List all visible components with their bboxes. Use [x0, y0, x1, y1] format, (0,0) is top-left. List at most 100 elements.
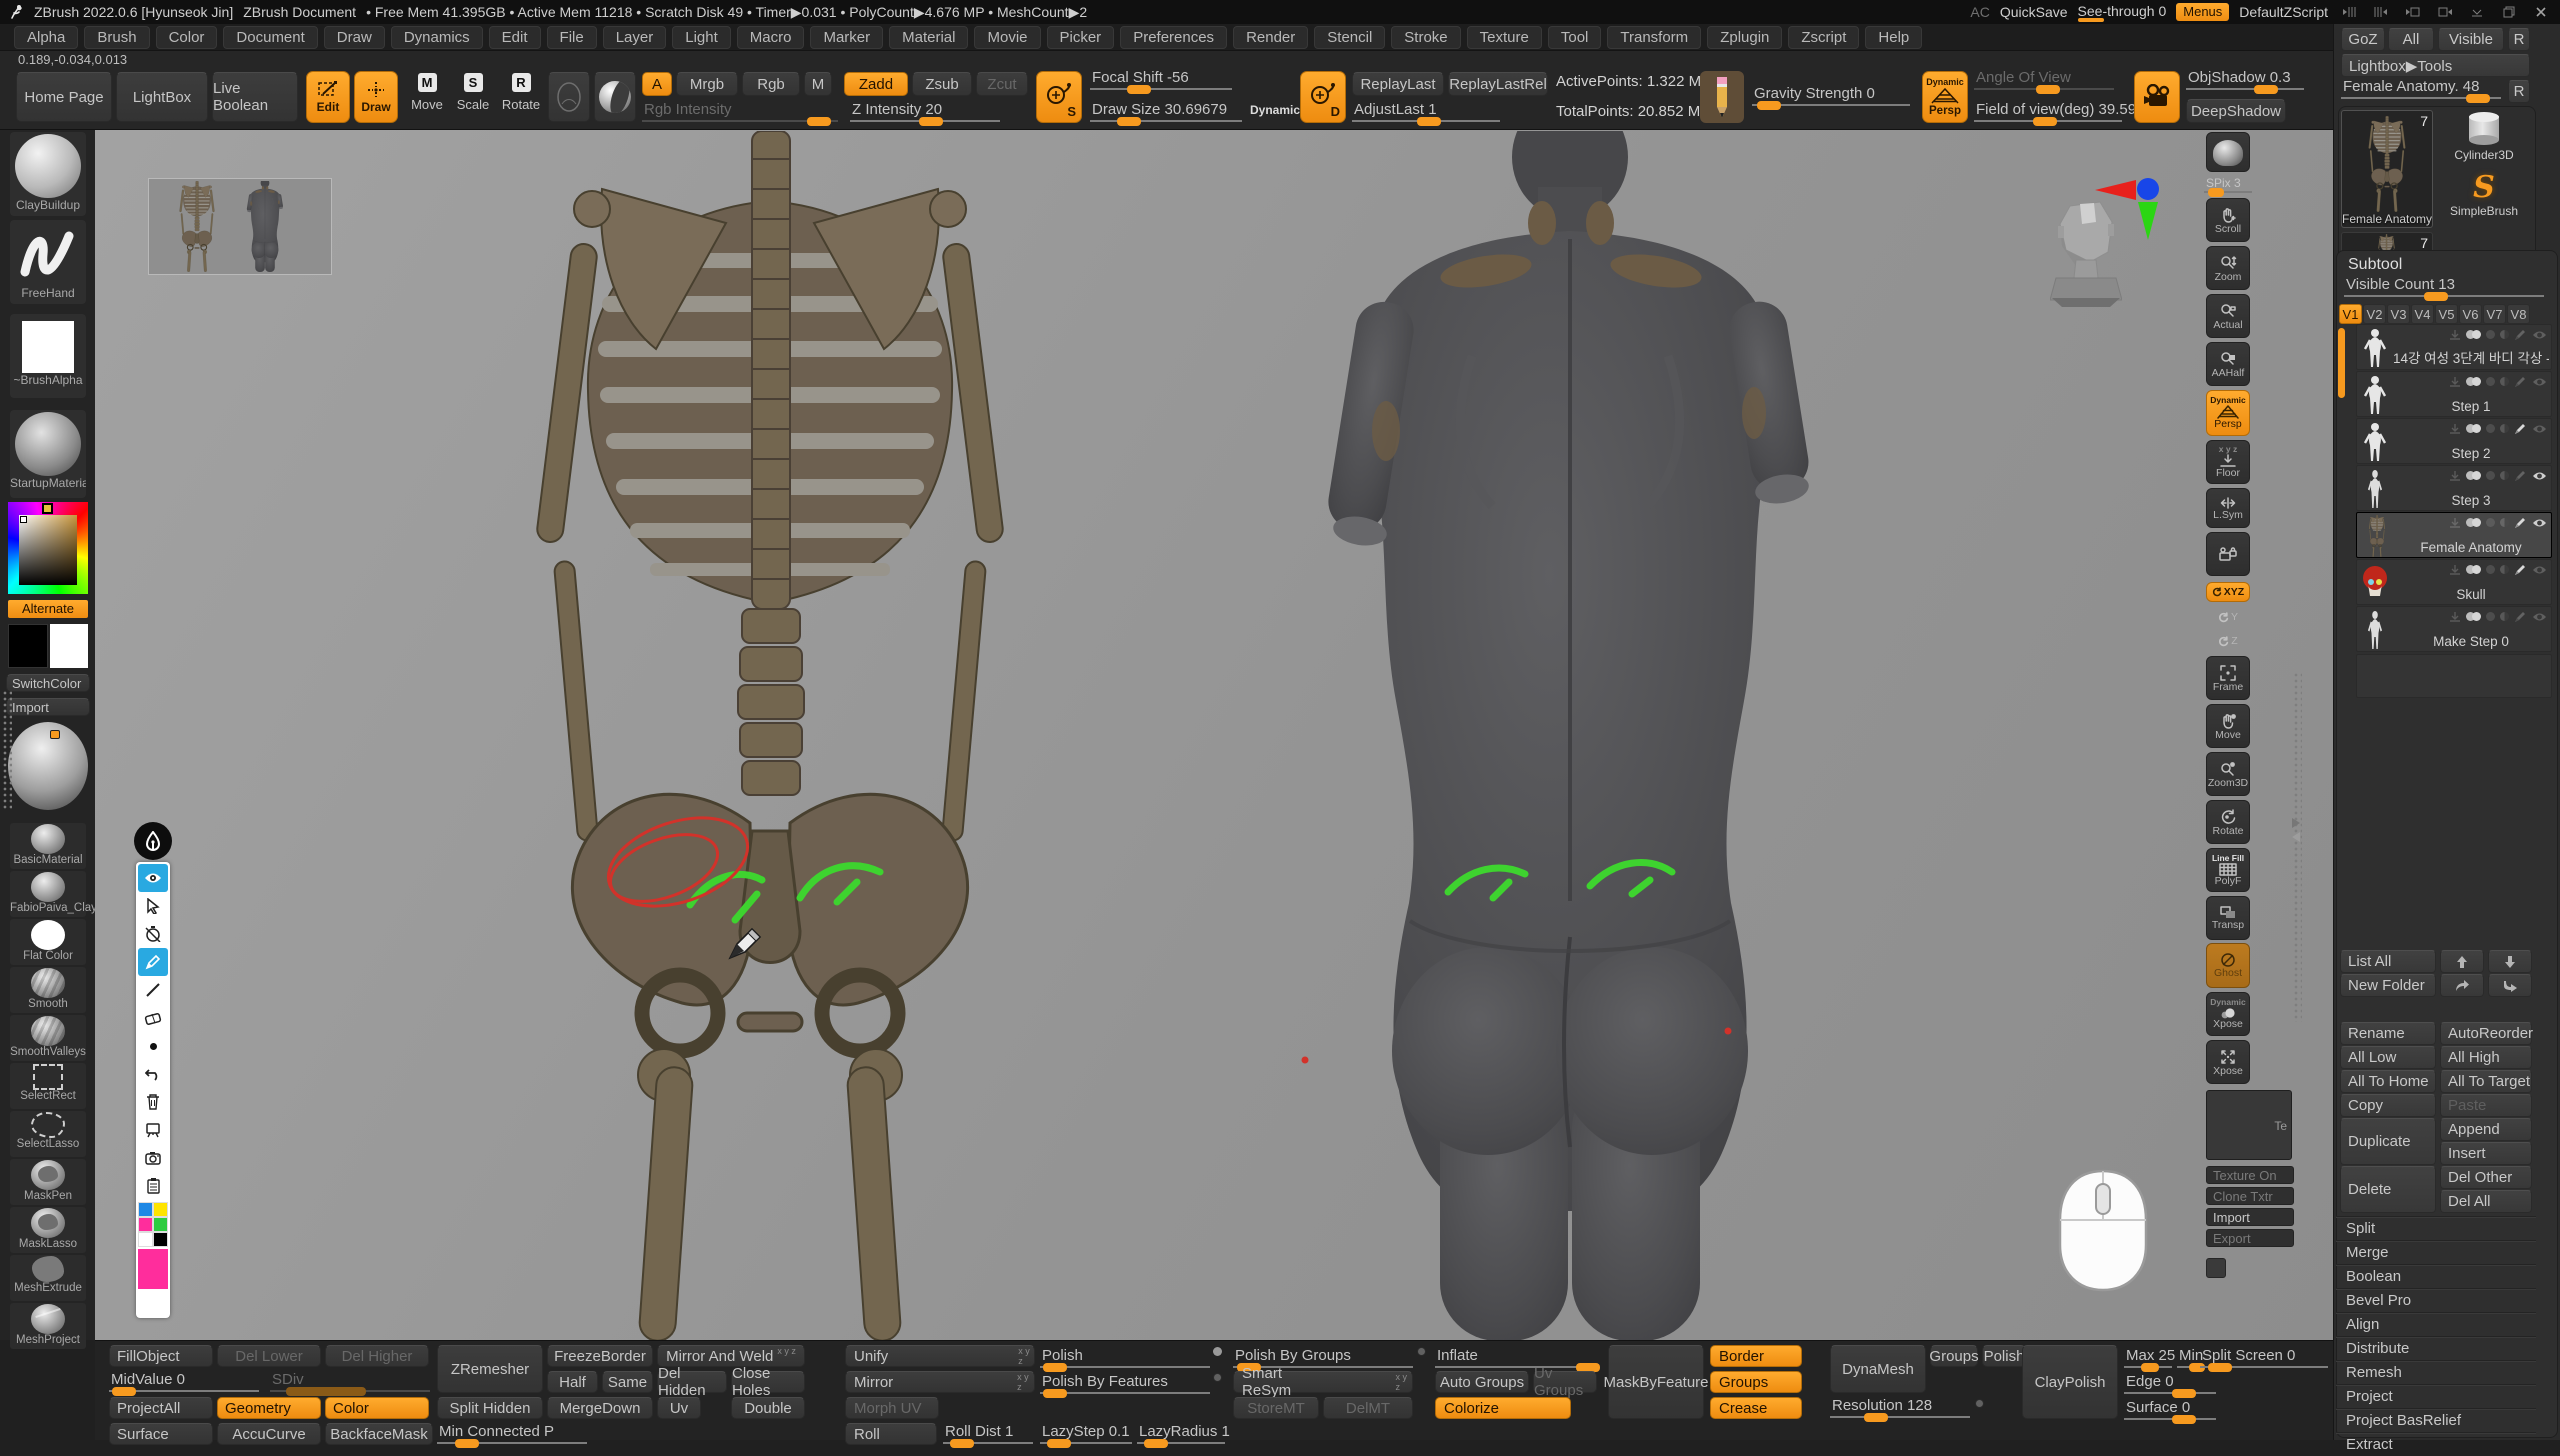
displacement-icon[interactable]: [2500, 518, 2509, 527]
tool-thumb-cylinder3d[interactable]: Cylinder3D: [2438, 110, 2530, 168]
rotate-z-button[interactable]: Z: [2206, 630, 2250, 652]
color-button[interactable]: Color: [325, 1397, 429, 1419]
morph-uv-button[interactable]: Morph UV: [845, 1397, 939, 1419]
move-up-button[interactable]: [2440, 950, 2484, 973]
palette-color[interactable]: [138, 1217, 153, 1232]
subtool-row[interactable]: Make Step 0: [2356, 606, 2552, 652]
resolution-slider[interactable]: Resolution 128: [1830, 1397, 1970, 1421]
rotate-button[interactable]: R Rotate: [498, 73, 544, 112]
polyframe-button[interactable]: Line Fill PolyF: [2206, 848, 2250, 892]
subtool-row[interactable]: Skull: [2356, 559, 2552, 605]
list-all-button[interactable]: List All: [2340, 950, 2436, 973]
mrgb-button[interactable]: Mrgb: [676, 72, 738, 96]
all-low-button[interactable]: All Low: [2340, 1046, 2436, 1069]
mirror-and-weld-button[interactable]: Mirror And Weld x y z: [657, 1345, 805, 1367]
solo-button[interactable]: Dynamic Xpose: [2206, 992, 2250, 1036]
delete-button[interactable]: Delete: [2340, 1166, 2436, 1213]
spix-slider[interactable]: SPix 3: [2204, 176, 2252, 196]
unify-button[interactable]: Unify x y z: [845, 1345, 1035, 1367]
subtool-scrollbar[interactable]: [2338, 328, 2345, 398]
polypaint-icon[interactable]: [2466, 424, 2481, 433]
zoom-button[interactable]: Zoom: [2206, 246, 2250, 290]
move-in-button[interactable]: [2488, 974, 2532, 997]
goz-arrow-icon[interactable]: [2449, 518, 2461, 528]
auto-groups-button[interactable]: Auto Groups: [1435, 1371, 1529, 1393]
colorize-button[interactable]: Colorize: [1435, 1397, 1571, 1419]
bpr-button[interactable]: BPR: [2206, 132, 2250, 172]
menu-item[interactable]: Material: [889, 26, 968, 49]
brush-alpha[interactable]: ~BrushAlpha: [10, 314, 86, 398]
move-button[interactable]: M Move: [406, 73, 448, 112]
all-to-home-button[interactable]: All To Home: [2340, 1070, 2436, 1093]
subtool-row[interactable]: Step 3: [2356, 465, 2552, 511]
displacement-icon[interactable]: [2500, 471, 2509, 480]
scroll-button[interactable]: Scroll: [2206, 198, 2250, 242]
menu-item[interactable]: Layer: [603, 26, 667, 49]
vscroll-arrows-icon[interactable]: [2289, 814, 2303, 844]
rotate-y-button[interactable]: Y: [2206, 606, 2250, 628]
clipboard-button[interactable]: [138, 1172, 168, 1200]
menu-item[interactable]: Alpha: [14, 26, 78, 49]
palette-color[interactable]: [153, 1217, 168, 1232]
subtool-tab[interactable]: V2: [2363, 304, 2386, 324]
menu-item[interactable]: Transform: [1607, 26, 1701, 49]
menu-item[interactable]: Document: [223, 26, 317, 49]
texture-import-button[interactable]: Import: [2206, 1208, 2294, 1226]
store-mt-button[interactable]: StoreMT: [1233, 1397, 1319, 1419]
edit-button[interactable]: Edit: [306, 71, 350, 123]
collapse-right-icon[interactable]: [2370, 4, 2392, 20]
zsub-button[interactable]: Zsub: [912, 72, 972, 96]
minimize-icon[interactable]: [2466, 4, 2488, 20]
split-screen-slider[interactable]: Split Screen 0: [2200, 1347, 2328, 1371]
displacement-icon[interactable]: [2500, 612, 2509, 621]
same-button[interactable]: Same: [602, 1371, 653, 1393]
alternate-button[interactable]: Alternate: [8, 600, 88, 618]
visibility-eye-icon[interactable]: [2532, 471, 2547, 481]
floor-button[interactable]: x y z Floor: [2206, 440, 2250, 484]
material-item[interactable]: MaskPen: [10, 1159, 86, 1205]
sdiv-slider[interactable]: SDiv: [270, 1371, 430, 1395]
polish-slider[interactable]: Polish: [1040, 1347, 1210, 1371]
menu-item[interactable]: Picker: [1047, 26, 1115, 49]
lazy-radius-slider[interactable]: LazyRadius 1: [1137, 1423, 1225, 1447]
scale-button[interactable]: S Scale: [452, 73, 494, 112]
screenshot-button[interactable]: [138, 1144, 168, 1172]
project-all-button[interactable]: ProjectAll: [109, 1397, 213, 1419]
mirror-button[interactable]: Mirror x y z: [845, 1371, 1035, 1393]
clay-polish-button[interactable]: ClayPolish: [2022, 1345, 2118, 1419]
menu-item[interactable]: Edit: [489, 26, 541, 49]
all-to-target-button[interactable]: All To Target: [2440, 1070, 2532, 1093]
current-color-swatch[interactable]: [138, 1249, 168, 1289]
subtool-tab[interactable]: V5: [2435, 304, 2458, 324]
draw-button[interactable]: Draw: [354, 71, 398, 123]
angle-of-view-slider[interactable]: Angle Of View: [1974, 69, 2114, 93]
half-button[interactable]: Half: [547, 1371, 598, 1393]
goz-visible-button[interactable]: Visible: [2438, 28, 2504, 51]
polypaint-icon[interactable]: [2466, 518, 2481, 527]
claypolish-max-slider[interactable]: Max 25: [2124, 1347, 2172, 1371]
displacement-icon[interactable]: [2500, 424, 2509, 433]
hue-cursor[interactable]: [42, 503, 53, 514]
duplicate-button[interactable]: Duplicate: [2340, 1118, 2436, 1165]
home-page-button[interactable]: Home Page: [16, 72, 112, 122]
menu-item[interactable]: Texture: [1467, 26, 1542, 49]
lightbox-tools-button[interactable]: Lightbox▶Tools: [2341, 54, 2530, 77]
del-all-button[interactable]: Del All: [2440, 1190, 2532, 1213]
menu-item[interactable]: Tool: [1548, 26, 1602, 49]
dynamesh-button[interactable]: DynaMesh: [1830, 1345, 1926, 1393]
dynamesh-polish-button[interactable]: Polish: [1982, 1345, 2026, 1367]
palette-color[interactable]: [138, 1202, 153, 1217]
whiteboard-button[interactable]: [138, 1116, 168, 1144]
polypaint-icon[interactable]: [2466, 565, 2481, 574]
section-row[interactable]: Split: [2336, 1216, 2536, 1240]
sidebar-divider-grip[interactable]: [2, 690, 12, 810]
timer-off-button[interactable]: [138, 920, 168, 948]
import-button[interactable]: Import: [6, 698, 90, 716]
dock-right-icon[interactable]: [2434, 4, 2456, 20]
collapse-left-icon[interactable]: [2338, 4, 2360, 20]
menu-item[interactable]: File: [547, 26, 597, 49]
subtool-tab[interactable]: V8: [2507, 304, 2530, 324]
material-item[interactable]: SelectLasso: [10, 1111, 86, 1157]
lock-camera-button[interactable]: [2206, 532, 2250, 576]
sculpt-canvas[interactable]: [95, 130, 2333, 1340]
